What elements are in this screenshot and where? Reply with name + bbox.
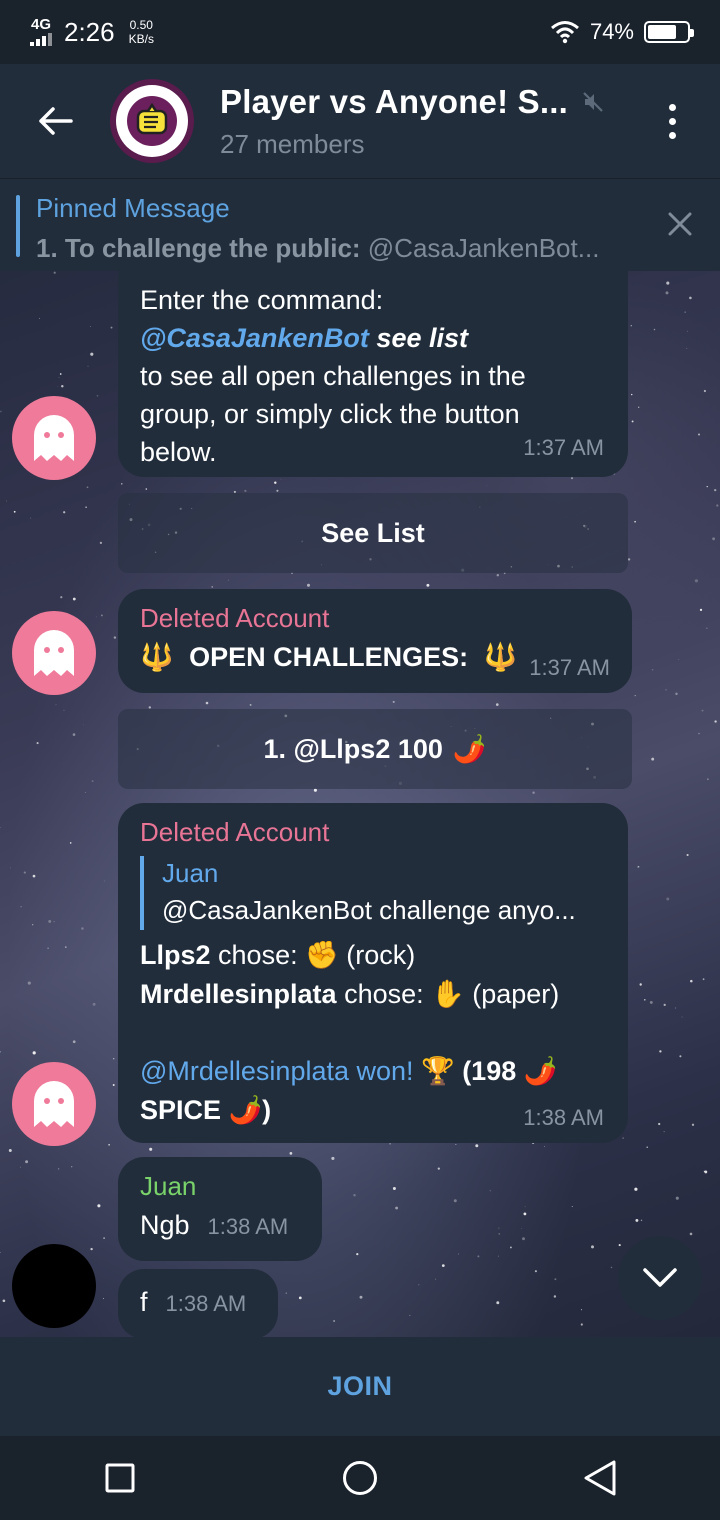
member-count: 27 members bbox=[220, 128, 365, 159]
winner-mention[interactable]: @Mrdellesinplata won! bbox=[140, 1056, 414, 1086]
spice-text: SPICE bbox=[140, 1095, 229, 1125]
chat-area[interactable]: Enter the command: @CasaJankenBot see li… bbox=[0, 271, 720, 1337]
message-time: 1:38 AM bbox=[165, 1291, 247, 1316]
more-options-button[interactable] bbox=[624, 64, 720, 178]
network-speed: 0.50 KB/s bbox=[129, 18, 154, 46]
paper-emoji: ✋ bbox=[431, 979, 465, 1010]
message-bubble-3[interactable]: Deleted Account Juan @CasaJankenBot chal… bbox=[118, 803, 628, 1143]
choice-text: (rock) bbox=[338, 940, 416, 970]
chat-title[interactable]: Player vs Anyone! S... bbox=[220, 83, 568, 121]
pinned-text-rest: @CasaJankenBot... bbox=[360, 233, 600, 263]
trident-emoji: 🔱 bbox=[483, 642, 518, 673]
battery-fill bbox=[648, 25, 677, 39]
prize-text: (198 bbox=[454, 1056, 524, 1086]
back-button[interactable] bbox=[0, 64, 110, 178]
home-button[interactable] bbox=[320, 1438, 400, 1518]
message-time: 1:38 AM bbox=[207, 1214, 289, 1239]
scroll-down-button[interactable] bbox=[618, 1236, 702, 1320]
message-text: f bbox=[140, 1287, 148, 1317]
ghost-icon bbox=[34, 415, 74, 461]
chevron-down-icon bbox=[643, 1268, 677, 1287]
choice-text: (paper) bbox=[464, 979, 560, 1009]
choice-text: chose: bbox=[210, 940, 306, 970]
arrow-left-icon bbox=[39, 107, 73, 135]
message-line: Enter the command: bbox=[140, 285, 384, 315]
square-icon bbox=[105, 1463, 135, 1493]
player-name: Llps2 bbox=[140, 940, 211, 970]
speed-unit: KB/s bbox=[128, 32, 154, 46]
recents-button[interactable] bbox=[80, 1438, 160, 1518]
challenge-button-label: 1. @Llps2 100 bbox=[263, 733, 443, 764]
message-time: 1:38 AM bbox=[523, 1105, 604, 1130]
chat-avatar[interactable] bbox=[110, 79, 194, 163]
message-line: group, or simply click the button bbox=[140, 399, 520, 429]
system-navigation-bar bbox=[0, 1436, 720, 1520]
reply-name: Juan bbox=[162, 858, 219, 888]
close-paren: ) bbox=[262, 1095, 272, 1125]
join-bar: JOIN bbox=[0, 1337, 720, 1436]
mention-link[interactable]: @CasaJankenBot bbox=[140, 323, 369, 353]
close-icon[interactable] bbox=[666, 210, 694, 238]
ghost-icon bbox=[34, 1081, 74, 1127]
avatar-deleted-account[interactable] bbox=[12, 396, 96, 480]
message-text: Llps2 chose: ✊ (rock) Mrdellesinplata ch… bbox=[140, 936, 606, 1130]
reply-quote[interactable]: Juan @CasaJankenBot challenge anyo... bbox=[140, 856, 606, 930]
reply-text: @CasaJankenBot challenge anyo... bbox=[162, 895, 576, 925]
chili-emoji: 🌶️ bbox=[228, 1095, 263, 1126]
trophy-emoji: 🏆 bbox=[421, 1056, 455, 1087]
chili-emoji: 🌶️ bbox=[452, 734, 487, 765]
avatar-juan[interactable] bbox=[12, 1244, 96, 1328]
trident-emoji: 🔱 bbox=[140, 642, 174, 673]
see-list-button[interactable]: See List bbox=[118, 493, 628, 573]
sender-name[interactable]: Deleted Account bbox=[140, 817, 606, 848]
message-bubble-1[interactable]: Enter the command: @CasaJankenBot see li… bbox=[118, 271, 628, 477]
back-nav-button[interactable] bbox=[560, 1438, 640, 1518]
rock-emoji: ✊ bbox=[305, 940, 339, 971]
speed-value: 0.50 bbox=[129, 18, 153, 32]
signal-icon bbox=[30, 33, 52, 46]
join-button[interactable]: JOIN bbox=[327, 1371, 392, 1402]
pinned-text-bold: 1. To challenge the public: bbox=[36, 233, 361, 263]
message-bubble-5[interactable]: f 1:38 AM bbox=[118, 1269, 278, 1337]
circle-icon bbox=[343, 1461, 377, 1495]
challenges-header: OPEN CHALLENGES: bbox=[189, 642, 469, 672]
pinned-text: 1. To challenge the public: @CasaJankenB… bbox=[36, 233, 626, 264]
thumbs-up-logo-icon bbox=[136, 103, 168, 135]
challenge-button[interactable]: 1. @Llps2 100 🌶️ bbox=[118, 709, 632, 789]
ghost-icon bbox=[34, 630, 74, 676]
avatar-deleted-account[interactable] bbox=[12, 611, 96, 695]
triangle-back-icon bbox=[584, 1460, 616, 1496]
battery-icon bbox=[644, 21, 694, 43]
more-vert-icon bbox=[668, 103, 676, 111]
message-line: to see all open challenges in the bbox=[140, 361, 526, 391]
choice-text: chose: bbox=[336, 979, 432, 1009]
status-time: 2:26 bbox=[64, 16, 115, 47]
status-bar: 4G 2:26 0.50 KB/s 74% bbox=[0, 0, 720, 64]
message-text: Ngb bbox=[140, 1210, 190, 1240]
chili-emoji: 🌶️ bbox=[523, 1056, 558, 1087]
message-bubble-2[interactable]: Deleted Account 🔱 OPEN CHALLENGES: 🔱 1:3… bbox=[118, 589, 632, 693]
chat-header: Player vs Anyone! S... 27 members bbox=[0, 64, 720, 178]
command-text: see list bbox=[368, 323, 468, 353]
sender-name[interactable]: Deleted Account bbox=[140, 603, 610, 634]
pinned-indicator bbox=[16, 195, 20, 257]
message-time: 1:37 AM bbox=[523, 435, 604, 460]
sender-name[interactable]: Juan bbox=[140, 1171, 300, 1202]
avatar-deleted-account[interactable] bbox=[12, 1062, 96, 1146]
pinned-title: Pinned Message bbox=[36, 193, 230, 223]
message-bubble-4[interactable]: Juan Ngb 1:38 AM bbox=[118, 1157, 322, 1261]
wifi-icon bbox=[550, 21, 579, 44]
battery-percent: 74% bbox=[589, 19, 634, 44]
mute-icon bbox=[583, 91, 603, 112]
message-time: 1:37 AM bbox=[529, 655, 610, 680]
network-type: 4G bbox=[30, 16, 51, 33]
network-indicator: 4G bbox=[30, 16, 52, 46]
pinned-message-bar[interactable]: Pinned Message 1. To challenge the publi… bbox=[0, 178, 720, 271]
player-name: Mrdellesinplata bbox=[140, 979, 337, 1009]
